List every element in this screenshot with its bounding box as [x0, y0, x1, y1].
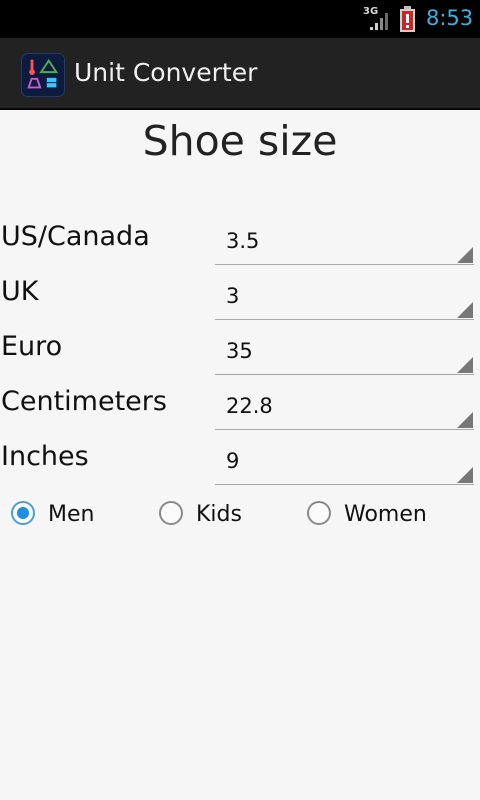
radio-button[interactable] — [11, 501, 35, 525]
gender-radio-group: Men Kids Women — [0, 496, 480, 536]
centimeters-spinner[interactable]: 22.8 — [215, 382, 474, 430]
app-title: Unit Converter — [74, 58, 258, 87]
radio-option-women[interactable]: Women — [307, 496, 457, 536]
radio-button[interactable] — [159, 501, 183, 525]
dropdown-arrow-icon — [457, 302, 473, 318]
euro-label: Euro — [1, 331, 63, 362]
us-canada-label: US/Canada — [1, 221, 150, 252]
spinner-value: 3.5 — [226, 229, 260, 253]
radio-label: Men — [48, 502, 95, 527]
uk-spinner[interactable]: 3 — [215, 272, 474, 320]
dropdown-arrow-icon — [457, 412, 473, 428]
spinner-value: 35 — [226, 339, 253, 363]
centimeters-label: Centimeters — [1, 386, 167, 417]
signal-bars-icon — [370, 13, 388, 30]
action-bar: Unit Converter — [0, 38, 480, 110]
unit-converter-app-icon[interactable] — [21, 53, 65, 97]
status-bar: 3G 8:53 — [0, 0, 480, 38]
inches-spinner[interactable]: 9 — [215, 437, 474, 485]
spinner-value: 9 — [226, 449, 240, 473]
radio-option-men[interactable]: Men — [11, 496, 131, 536]
inches-label: Inches — [1, 441, 89, 472]
dropdown-arrow-icon — [457, 467, 473, 483]
spinner-value: 22.8 — [226, 394, 273, 418]
page-title: Shoe size — [142, 117, 338, 165]
euro-spinner[interactable]: 35 — [215, 327, 474, 375]
spinner-value: 3 — [226, 284, 240, 308]
radio-label: Women — [344, 502, 427, 527]
uk-label: UK — [1, 276, 39, 307]
us-canada-spinner[interactable]: 3.5 — [215, 217, 474, 265]
radio-selected-dot — [17, 507, 29, 519]
clock-time: 8:53 — [426, 6, 474, 30]
dropdown-arrow-icon — [457, 247, 473, 263]
radio-label: Kids — [196, 502, 242, 527]
dropdown-arrow-icon — [457, 357, 473, 373]
battery-alert-icon — [400, 6, 415, 32]
radio-button[interactable] — [307, 501, 331, 525]
radio-option-kids[interactable]: Kids — [159, 496, 279, 536]
